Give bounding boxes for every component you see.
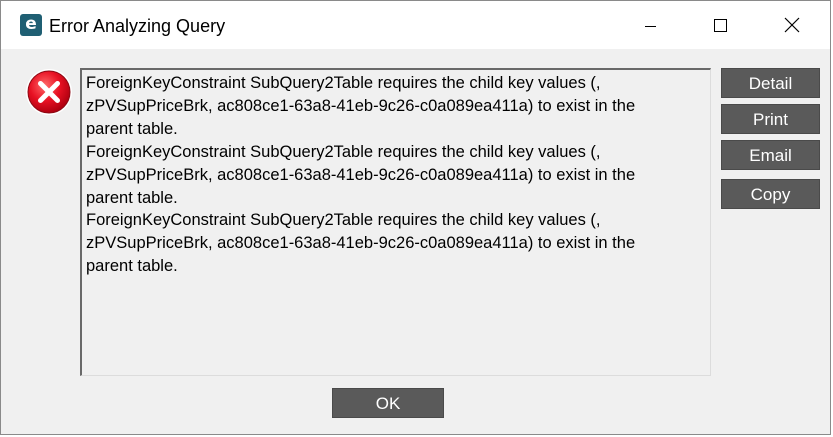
maximize-button[interactable] [685,1,755,49]
window-title: Error Analyzing Query [49,16,226,36]
copy-button[interactable]: Copy [721,179,820,209]
maximize-icon [713,18,727,32]
minimize-button[interactable] [615,1,685,49]
error-icon [26,69,72,115]
app-logo-icon: e [20,14,42,36]
error-message-text[interactable]: ForeignKeyConstraint SubQuery2Table requ… [86,72,706,278]
title-bar: e Error Analyzing Query [1,1,830,49]
email-button[interactable]: Email [721,140,820,170]
minimize-icon [644,25,656,27]
ok-button[interactable]: OK [332,388,444,418]
print-button[interactable]: Print [721,104,820,134]
close-icon [784,17,800,33]
error-message-box[interactable]: ForeignKeyConstraint SubQuery2Table requ… [80,68,711,376]
close-button[interactable] [757,1,827,49]
error-dialog-window: e Error Analyzing Query ForeignKeyConstr… [0,0,831,435]
detail-button[interactable]: Detail [721,68,820,98]
